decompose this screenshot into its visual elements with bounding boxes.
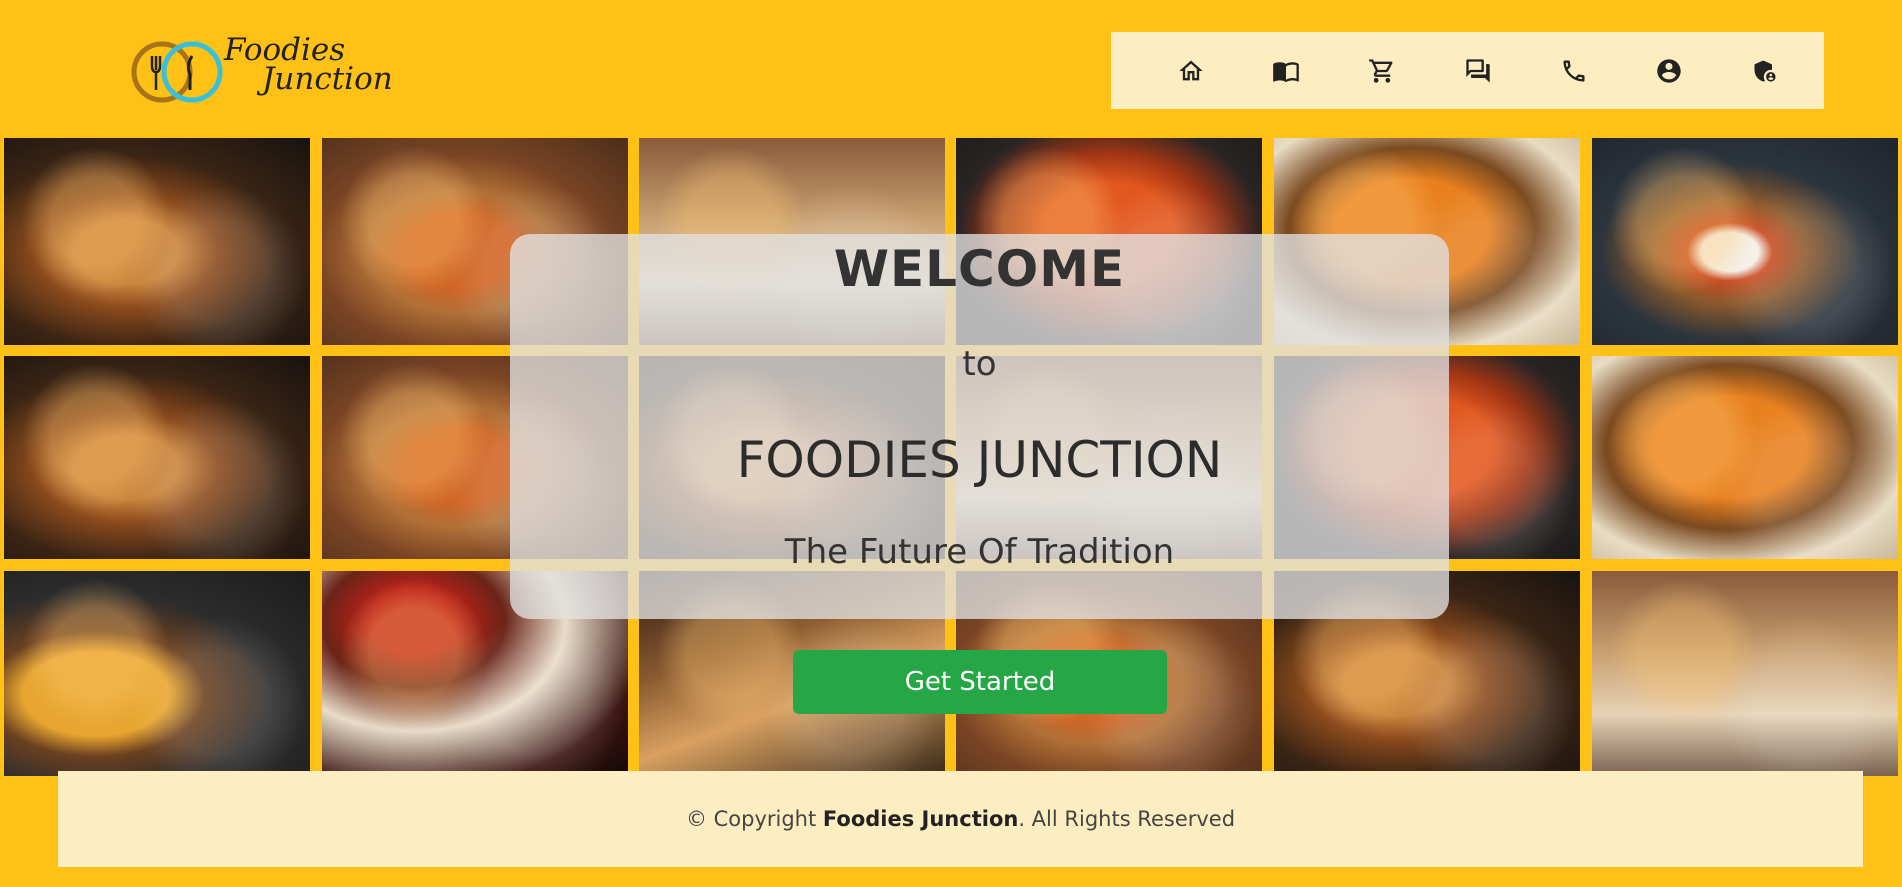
home-icon (1179, 60, 1203, 80)
copyright-suffix: . All Rights Reserved (1018, 807, 1236, 831)
copyright-prefix: © Copyright (685, 807, 823, 831)
brand-logo[interactable]: Foodies Junction (128, 30, 393, 106)
logo-text: Foodies Junction (224, 35, 393, 97)
menu-book-icon (1273, 61, 1300, 82)
account-icon (1657, 58, 1681, 83)
gallery-image-butter-chicken (1592, 356, 1898, 559)
copyright-brand: Foodies Junction (822, 807, 1019, 831)
top-nav (1111, 32, 1824, 109)
logo-line-2: Junction (262, 61, 393, 97)
nav-account[interactable] (1621, 49, 1717, 93)
footer: © Copyright Foodies Junction. All Rights… (58, 771, 1863, 867)
phone-icon (1563, 60, 1585, 81)
cart-icon (1369, 58, 1393, 83)
welcome-title: WELCOME (833, 240, 1126, 298)
get-started-button[interactable]: Get Started (793, 650, 1167, 714)
gallery-image-paratha (4, 571, 310, 776)
nav-contact[interactable] (1526, 49, 1622, 93)
nav-home[interactable] (1143, 49, 1239, 93)
gallery-image-restaurant-lounge (1592, 571, 1898, 776)
nav-admin[interactable] (1717, 49, 1813, 93)
admin-shield-icon (1754, 60, 1776, 81)
nav-menu[interactable] (1238, 49, 1334, 93)
nav-cart[interactable] (1334, 49, 1430, 93)
tagline: The Future Of Tradition (784, 532, 1175, 572)
gallery-image-rice-plate (1592, 138, 1898, 345)
gallery-image-spread (4, 138, 310, 345)
restaurant-name: FOODIES JUNCTION (736, 431, 1223, 489)
welcome-to: to (962, 344, 997, 384)
gallery-image-spread (4, 356, 310, 559)
nav-feedback[interactable] (1430, 49, 1526, 93)
chat-icon (1466, 58, 1490, 83)
logo-rings-icon (131, 41, 223, 103)
welcome-panel: WELCOME to FOODIES JUNCTION The Future O… (510, 234, 1449, 619)
